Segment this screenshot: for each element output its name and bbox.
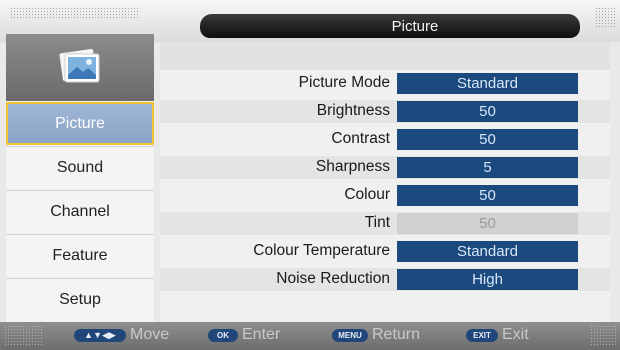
hint-return-label: Return [372, 326, 421, 343]
exit-key-icon: EXIT [466, 328, 498, 342]
footer-dots-left [4, 325, 42, 347]
sidebar-item-channel[interactable]: Channel [6, 190, 154, 233]
setting-label: Noise Reduction [276, 270, 390, 287]
sidebar-item-label: Channel [50, 203, 110, 220]
hint-move-label: Move [130, 326, 170, 343]
setting-row-colour-temperature[interactable]: Colour Temperature Standard [160, 240, 610, 263]
setting-value[interactable]: 50 [397, 101, 578, 122]
setting-label: Tint [364, 214, 390, 231]
footer-dots-right [590, 325, 616, 347]
sidebar: Picture Sound Channel Feature Setup [6, 34, 154, 322]
sidebar-item-label: Setup [59, 291, 101, 308]
setting-row-noise-reduction[interactable]: Noise Reduction High [160, 268, 610, 291]
sidebar-item-label: Sound [56, 159, 104, 176]
setting-value[interactable]: High [397, 269, 578, 290]
sidebar-item-label: Feature [52, 247, 108, 264]
arrows-icon: ▲▼◀▶ [74, 328, 126, 342]
setting-label: Brightness [316, 102, 390, 119]
sidebar-icon-tile [6, 34, 154, 101]
hint-return: MENU Return [332, 326, 420, 344]
sidebar-item-picture[interactable]: Picture [6, 102, 154, 145]
setting-row-sharpness[interactable]: Sharpness 5 [160, 156, 610, 179]
setting-value[interactable]: Standard [397, 73, 578, 94]
hint-exit: EXIT Exit [466, 326, 529, 344]
footer-hint-bar: ▲▼◀▶ Move OK Enter MENU Return EXIT Exit [0, 322, 620, 350]
setting-value[interactable]: 50 [397, 129, 578, 150]
setting-value[interactable]: 5 [397, 157, 578, 178]
setting-row-colour[interactable]: Colour 50 [160, 184, 610, 207]
hint-enter: OK Enter [208, 326, 280, 344]
setting-row-brightness[interactable]: Brightness 50 [160, 100, 610, 123]
setting-value[interactable]: 50 [397, 185, 578, 206]
setting-label: Colour Temperature [253, 242, 390, 259]
settings-panel: Picture Mode Standard Brightness 50 Cont… [160, 42, 610, 322]
setting-row-contrast[interactable]: Contrast 50 [160, 128, 610, 151]
setting-label: Picture Mode [298, 74, 390, 91]
page-title-bar: Picture [200, 14, 580, 38]
sidebar-item-sound[interactable]: Sound [6, 146, 154, 189]
page-title: Picture [391, 17, 439, 35]
setting-row-tint: Tint 50 [160, 212, 610, 235]
hint-enter-label: Enter [242, 326, 281, 343]
setting-value[interactable]: Standard [397, 241, 578, 262]
sidebar-item-feature[interactable]: Feature [6, 234, 154, 277]
settings-header-band [160, 42, 610, 70]
menu-key-icon: MENU [332, 328, 368, 342]
setting-label: Contrast [331, 130, 390, 147]
setting-label: Colour [344, 186, 390, 203]
header-dots-right [595, 7, 615, 29]
hint-exit-label: Exit [502, 326, 529, 343]
picture-icon [57, 45, 103, 90]
sidebar-item-setup[interactable]: Setup [6, 278, 154, 321]
setting-row-picture-mode[interactable]: Picture Mode Standard [160, 72, 610, 95]
hint-move: ▲▼◀▶ Move [74, 326, 169, 344]
setting-label: Sharpness [315, 158, 390, 175]
ok-key-icon: OK [208, 328, 238, 342]
header-dots-left [10, 7, 140, 18]
setting-value: 50 [397, 213, 578, 234]
sidebar-item-label: Picture [55, 114, 105, 132]
